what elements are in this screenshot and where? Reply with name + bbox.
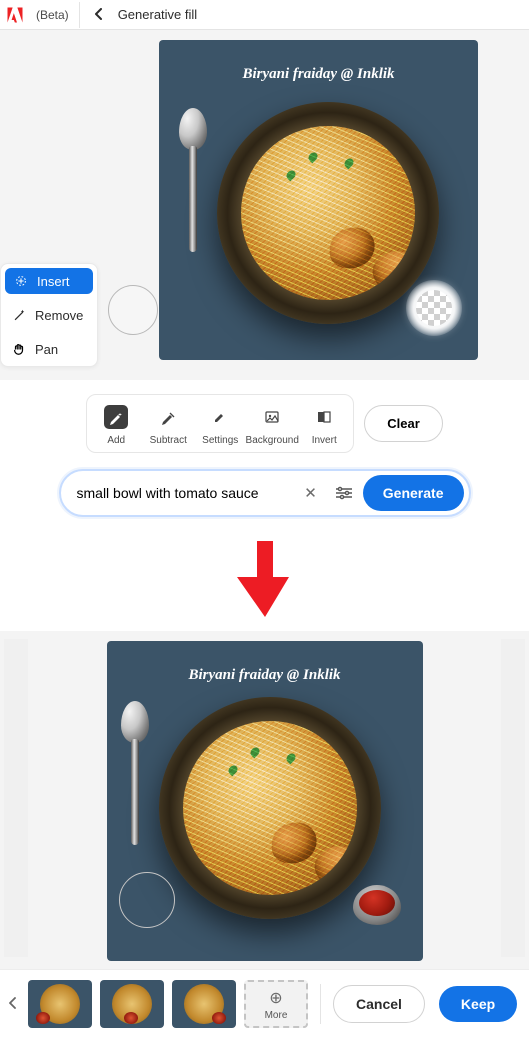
invert-button[interactable]: Invert xyxy=(301,405,347,446)
back-button[interactable] xyxy=(88,7,110,23)
subtract-brush-icon xyxy=(156,405,180,429)
generate-button[interactable]: Generate xyxy=(363,475,464,511)
subtract-brush-button[interactable]: Subtract xyxy=(145,405,191,446)
variants-prev-button[interactable] xyxy=(6,996,20,1012)
canvas-caption-2: Biryani fraiday @ Inklik xyxy=(107,667,423,684)
brush-settings-icon xyxy=(208,405,232,429)
add-brush-icon xyxy=(104,405,128,429)
settings-label: Settings xyxy=(202,435,238,446)
cancel-button[interactable]: Cancel xyxy=(333,985,425,1023)
subtract-brush-label: Subtract xyxy=(150,435,187,446)
add-brush-button[interactable]: Add xyxy=(93,405,139,446)
remove-label: Remove xyxy=(35,308,83,323)
add-brush-label: Add xyxy=(107,435,125,446)
wand-icon xyxy=(11,307,27,323)
app-header: (Beta) Generative fill xyxy=(0,0,529,30)
flow-arrow xyxy=(0,539,529,631)
pan-tool[interactable]: Pan xyxy=(1,332,97,366)
adobe-logo xyxy=(4,4,26,26)
spoon-graphic xyxy=(177,108,209,252)
mode-tool-panel: Insert Remove Pan xyxy=(0,263,98,367)
clear-button[interactable]: Clear xyxy=(364,405,443,442)
prompt-input[interactable] xyxy=(77,485,297,501)
prompt-settings-button[interactable] xyxy=(325,486,363,500)
plus-icon: ⊕ xyxy=(269,988,282,1008)
image-icon xyxy=(260,405,284,429)
next-variant-strip[interactable] xyxy=(501,639,525,957)
pan-label: Pan xyxy=(35,342,58,357)
settings-button[interactable]: Settings xyxy=(197,405,243,446)
divider xyxy=(320,984,321,1024)
variant-thumb-2[interactable] xyxy=(100,980,164,1028)
invert-icon xyxy=(312,405,336,429)
plate-graphic-2 xyxy=(159,697,381,919)
variants-bar: ⊕ More Cancel Keep xyxy=(0,969,529,1038)
selection-marker xyxy=(406,280,462,336)
down-arrow-icon xyxy=(237,541,293,617)
brush-cursor xyxy=(108,285,158,335)
sparkle-icon xyxy=(13,273,29,289)
spoon-graphic-2 xyxy=(119,701,151,845)
sliders-icon xyxy=(335,486,353,500)
brush-cursor-2 xyxy=(119,872,175,928)
more-variants-button[interactable]: ⊕ More xyxy=(244,980,308,1028)
background-label: Background xyxy=(246,435,299,446)
plate-graphic xyxy=(217,102,439,324)
editor-stage-before: Insert Remove Pan Biryani fraiday @ Inkl… xyxy=(0,30,529,380)
page-title: Generative fill xyxy=(118,7,197,22)
remove-tool[interactable]: Remove xyxy=(1,298,97,332)
editor-stage-after: Biryani fraiday @ Inklik xyxy=(0,631,529,969)
background-button[interactable]: Background xyxy=(249,405,295,446)
hand-icon xyxy=(11,341,27,357)
invert-label: Invert xyxy=(312,435,337,446)
more-label: More xyxy=(265,1010,288,1021)
variant-thumb-3[interactable] xyxy=(172,980,236,1028)
insert-tool[interactable]: Insert xyxy=(5,268,93,294)
prev-variant-strip[interactable] xyxy=(4,639,28,957)
beta-label: (Beta) xyxy=(34,2,80,28)
clear-prompt-button[interactable]: ✕ xyxy=(296,484,325,502)
canvas-caption: Biryani fraiday @ Inklik xyxy=(159,66,478,83)
generated-sauce xyxy=(353,885,401,925)
prompt-bar: ✕ Generate xyxy=(0,461,529,539)
brush-toolbar: Add Subtract Settings Background Invert xyxy=(0,380,529,461)
variant-thumb-1[interactable] xyxy=(28,980,92,1028)
canvas-before[interactable]: Biryani fraiday @ Inklik xyxy=(159,40,478,360)
keep-button[interactable]: Keep xyxy=(439,986,517,1022)
insert-label: Insert xyxy=(37,274,70,289)
